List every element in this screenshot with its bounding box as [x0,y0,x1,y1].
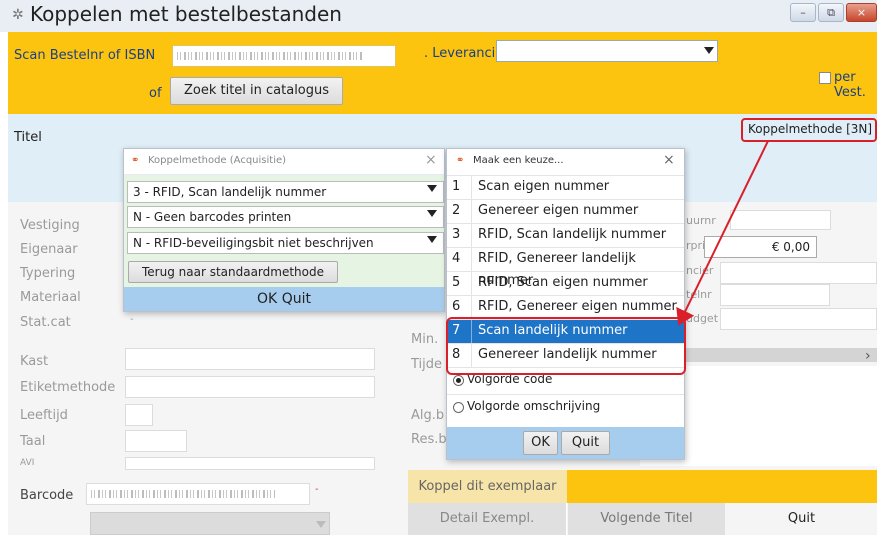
annotation-arrow [676,140,769,326]
